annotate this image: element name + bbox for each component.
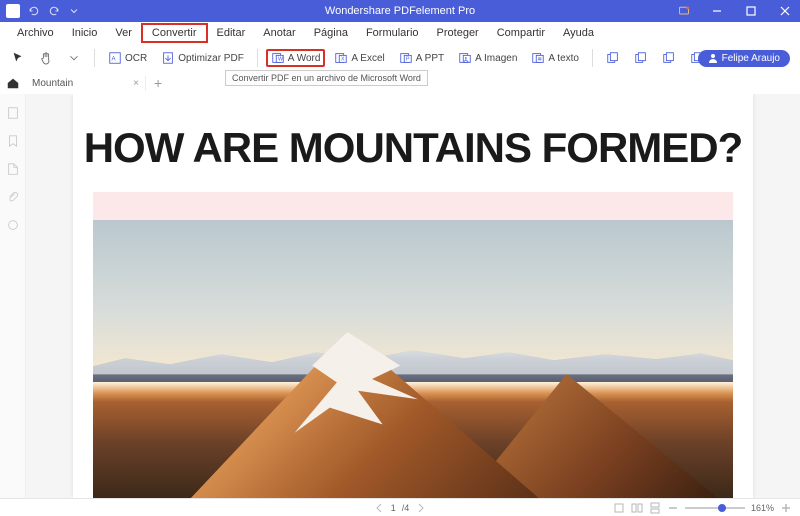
chevron-down-icon[interactable] bbox=[62, 49, 86, 67]
prev-page-icon[interactable] bbox=[373, 502, 385, 514]
menu-bar: Archivo Inicio Ver Convertir Editar Anot… bbox=[0, 22, 800, 44]
optimize-button[interactable]: Optimizar PDF bbox=[156, 49, 249, 67]
menu-convertir[interactable]: Convertir bbox=[141, 23, 208, 43]
thumbnails-icon[interactable] bbox=[6, 106, 20, 120]
optimize-label: Optimizar PDF bbox=[178, 53, 244, 64]
zoom-out-icon[interactable] bbox=[667, 502, 679, 514]
document-heading: HOW ARE MOUNTAINS FORMED? bbox=[73, 94, 753, 192]
view-mode-3-icon[interactable] bbox=[649, 502, 661, 514]
user-name: Felipe Araujo bbox=[722, 53, 780, 64]
view-mode-2-icon[interactable] bbox=[631, 502, 643, 514]
to-word-button[interactable]: W A Word bbox=[266, 49, 326, 67]
zoom-handle[interactable] bbox=[718, 504, 726, 512]
to-ppt-button[interactable]: P A PPT bbox=[394, 49, 449, 67]
view-mode-1-icon[interactable] bbox=[613, 502, 625, 514]
ocr-button[interactable]: A OCR bbox=[103, 49, 152, 67]
title-bar: Wondershare PDFelement Pro bbox=[0, 0, 800, 22]
close-tab-icon[interactable]: × bbox=[133, 78, 139, 89]
menu-inicio[interactable]: Inicio bbox=[63, 25, 107, 41]
app-logo bbox=[6, 4, 20, 18]
to-text-button[interactable]: A texto bbox=[526, 49, 584, 67]
page-current: 1 bbox=[391, 503, 396, 513]
bookmarks-icon[interactable] bbox=[6, 134, 20, 148]
menu-ver[interactable]: Ver bbox=[106, 25, 141, 41]
outline-icon[interactable] bbox=[6, 162, 20, 176]
to-excel-button[interactable]: X A Excel bbox=[329, 49, 389, 67]
toolbar: A OCR Optimizar PDF W A Word X A Excel P A P… bbox=[0, 44, 800, 72]
status-bar: 1 /4 161% bbox=[0, 498, 800, 516]
decorative-band bbox=[93, 192, 733, 220]
comments-icon[interactable] bbox=[6, 218, 20, 232]
hand-tool[interactable] bbox=[34, 49, 58, 67]
maximize-button[interactable] bbox=[736, 0, 766, 22]
app-title: Wondershare PDFelement Pro bbox=[325, 5, 475, 17]
next-page-icon[interactable] bbox=[415, 502, 427, 514]
home-icon[interactable] bbox=[6, 76, 20, 90]
mountain-photo bbox=[93, 220, 733, 498]
user-icon bbox=[708, 53, 718, 63]
redo-icon[interactable] bbox=[48, 5, 60, 17]
menu-anotar[interactable]: Anotar bbox=[254, 25, 304, 41]
batch-2-icon[interactable] bbox=[629, 49, 653, 67]
zoom-level: 161% bbox=[751, 503, 774, 513]
tooltip: Convertir PDF en un archivo de Microsoft… bbox=[225, 70, 428, 86]
to-excel-label: A Excel bbox=[351, 53, 384, 64]
to-image-button[interactable]: A Imagen bbox=[453, 49, 522, 67]
side-toolbar bbox=[0, 94, 26, 498]
svg-text:P: P bbox=[406, 57, 410, 63]
separator bbox=[592, 49, 593, 67]
to-ppt-label: A PPT bbox=[416, 53, 444, 64]
attachments-icon[interactable] bbox=[6, 190, 20, 204]
separator bbox=[257, 49, 258, 67]
document-canvas[interactable]: HOW ARE MOUNTAINS FORMED? bbox=[26, 94, 800, 498]
to-word-label: A Word bbox=[288, 53, 321, 64]
notification-icon[interactable] bbox=[678, 5, 690, 17]
menu-archivo[interactable]: Archivo bbox=[8, 25, 63, 41]
menu-formulario[interactable]: Formulario bbox=[357, 25, 428, 41]
chevron-down-icon[interactable] bbox=[68, 5, 80, 17]
zoom-slider[interactable] bbox=[685, 507, 745, 509]
menu-editar[interactable]: Editar bbox=[208, 25, 255, 41]
undo-icon[interactable] bbox=[28, 5, 40, 17]
to-text-label: A texto bbox=[548, 53, 579, 64]
select-tool[interactable] bbox=[6, 49, 30, 67]
menu-ayuda[interactable]: Ayuda bbox=[554, 25, 603, 41]
batch-1-icon[interactable] bbox=[601, 49, 625, 67]
menu-pagina[interactable]: Página bbox=[305, 25, 357, 41]
svg-text:X: X bbox=[341, 57, 345, 63]
add-tab-button[interactable]: + bbox=[146, 75, 170, 91]
ocr-label: OCR bbox=[125, 53, 147, 64]
pdf-page: HOW ARE MOUNTAINS FORMED? bbox=[73, 94, 753, 498]
menu-compartir[interactable]: Compartir bbox=[488, 25, 554, 41]
page-total: /4 bbox=[402, 503, 410, 513]
minimize-button[interactable] bbox=[702, 0, 732, 22]
tab-mountain[interactable]: Mountain × bbox=[26, 76, 146, 91]
batch-3-icon[interactable] bbox=[657, 49, 681, 67]
to-image-label: A Imagen bbox=[475, 53, 517, 64]
svg-text:W: W bbox=[278, 57, 283, 63]
tab-label: Mountain bbox=[32, 78, 73, 89]
menu-proteger[interactable]: Proteger bbox=[428, 25, 488, 41]
zoom-in-icon[interactable] bbox=[780, 502, 792, 514]
svg-text:A: A bbox=[112, 56, 117, 63]
close-button[interactable] bbox=[770, 0, 800, 22]
user-profile-button[interactable]: Felipe Araujo bbox=[698, 50, 790, 67]
separator bbox=[94, 49, 95, 67]
